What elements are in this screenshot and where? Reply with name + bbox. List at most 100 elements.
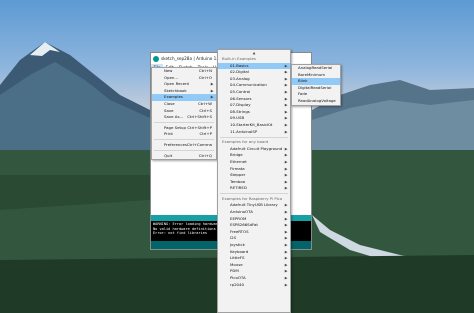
chevron-right-icon: ▶	[284, 103, 288, 108]
menu-item-i2s[interactable]: I2S ▶	[218, 235, 290, 242]
menu-item-label: Joystick	[230, 242, 245, 248]
menu-item-print[interactable]: Print Ctrl+P	[152, 131, 216, 138]
menu-item-label: Sketchbook	[164, 87, 187, 93]
menu-item-label: Save	[164, 107, 174, 113]
menu-item-label: Print	[164, 131, 173, 137]
menu-item-label: Examples	[164, 94, 183, 100]
menu-separator	[154, 150, 214, 152]
menu-item-label: I2S	[230, 235, 237, 241]
menu-item-joystick[interactable]: Joystick ▶	[218, 242, 290, 249]
menu-item-07-display[interactable]: 07.Display ▶	[218, 102, 290, 109]
menu-item-close[interactable]: Close Ctrl+W	[152, 101, 216, 108]
menu-item-firmata[interactable]: Firmata ▶	[218, 166, 290, 173]
menu-item-label: Mouse	[230, 261, 243, 267]
menu-item-keyboard[interactable]: Keyboard ▶	[218, 249, 290, 256]
menu-item-05-control[interactable]: 05.Control ▶	[218, 89, 290, 96]
menu-item-eeprom[interactable]: EEPROM ▶	[218, 216, 290, 223]
menu-item-arduinoota[interactable]: ArduinoOTA ▶	[218, 209, 290, 216]
menu-item-open-recent[interactable]: Open Recent ▶	[152, 81, 216, 88]
menu-item-label: Page Setup	[164, 124, 186, 130]
menu-item-analogreadserial[interactable]: AnalogReadSerial	[292, 65, 340, 72]
menu-item-label: New	[164, 68, 173, 73]
menu-item-06-sensors[interactable]: 06.Sensors ▶	[218, 96, 290, 103]
menu-item-quit[interactable]: Quit Ctrl+Q	[152, 153, 216, 160]
menu-item-digitalreadserial[interactable]: DigitalReadSerial	[292, 85, 340, 92]
shortcut-label: Ctrl+Comma	[186, 141, 212, 147]
menu-item-save-as[interactable]: Save As... Ctrl+Shift+S	[152, 114, 216, 121]
menu-item-label: Open Recent	[164, 81, 190, 87]
menu-item-examples[interactable]: Examples ▶	[152, 94, 216, 101]
menu-item-label: Quit	[164, 152, 173, 158]
chevron-right-icon: ▶	[284, 282, 288, 287]
menu-item-02-digital[interactable]: 02.Digital ▶	[218, 69, 290, 76]
menu-item-08-strings[interactable]: 08.Strings ▶	[218, 109, 290, 116]
menu-item-new[interactable]: New Ctrl+N	[152, 68, 216, 75]
examples-submenu: ▲ Built-in Examples 01.Basics ▶ 02.Digita…	[217, 49, 291, 313]
menu-item-fade[interactable]: Fade	[292, 91, 340, 98]
menu-item-page-setup[interactable]: Page Setup Ctrl+Shift+P	[152, 125, 216, 132]
menu-item-03-analog[interactable]: 03.Analog ▶	[218, 76, 290, 83]
menu-item-adafruit-tinyusb[interactable]: Adafruit TinyUSB Library ▶	[218, 202, 290, 209]
chevron-right-icon: ▶	[284, 262, 288, 267]
menu-item-label: FreeRTOS	[230, 228, 249, 234]
chevron-right-icon: ▶	[284, 269, 288, 274]
menu-item-open[interactable]: Open... Ctrl+O	[152, 75, 216, 82]
menu-item-label: ESP8266SdFat	[230, 222, 258, 228]
menu-item-esp8266sdfat[interactable]: ESP8266SdFat ▶	[218, 222, 290, 229]
menu-item-temboo[interactable]: Temboo ▶	[218, 179, 290, 186]
menu-item-label: 06.Sensors	[230, 95, 252, 101]
menu-item-label: 05.Control	[230, 88, 251, 94]
menu-item-littlefs[interactable]: LittleFS ▶	[218, 255, 290, 262]
menu-item-label: RETIRED	[230, 185, 247, 191]
menu-item-01-basics[interactable]: 01.Basics ▶	[218, 62, 290, 70]
menu-item-stepper[interactable]: Stepper ▶	[218, 172, 290, 179]
menu-item-10-starterkit[interactable]: 10.StarterKit_BasicKit ▶	[218, 122, 290, 129]
menu-item-save[interactable]: Save Ctrl+S	[152, 108, 216, 115]
menu-item-label: 09.USB	[230, 115, 245, 121]
menu-item-label: 07.Display	[230, 102, 251, 108]
chevron-right-icon: ▶	[284, 122, 288, 127]
menu-item-label: Bridge	[230, 152, 243, 158]
menu-item-bareminimum[interactable]: BareMinimum	[292, 72, 340, 79]
chevron-right-icon: ▶	[210, 95, 214, 100]
chevron-right-icon: ▶	[284, 153, 288, 158]
menu-item-label: Firmata	[230, 165, 245, 171]
menu-item-blink[interactable]: Blink	[292, 78, 340, 85]
menu-item-preferences[interactable]: Preferences Ctrl+Comma	[152, 142, 216, 149]
menu-item-ethernet[interactable]: Ethernet ▶	[218, 159, 290, 166]
menu-item-rp2040[interactable]: rp2040 ▶	[218, 282, 290, 289]
menu-item-label: Open...	[164, 74, 179, 80]
menu-item-11-arduinoisp[interactable]: 11.ArduinoISP ▶	[218, 129, 290, 136]
chevron-right-icon: ▶	[284, 83, 288, 88]
menu-item-readanalogvoltage[interactable]: ReadAnalogVoltage	[292, 98, 340, 105]
menu-item-label: Adafruit Circuit Playground	[230, 145, 283, 151]
menu-item-picoota[interactable]: PicoOTA ▶	[218, 275, 290, 282]
menu-item-09-usb[interactable]: 09.USB ▶	[218, 115, 290, 122]
shortcut-label: Ctrl+S	[199, 107, 212, 113]
menu-item-retired[interactable]: RETIRED ▶	[218, 185, 290, 192]
menu-item-label: Stepper	[230, 172, 246, 178]
menu-item-04-communication[interactable]: 04.Communication ▶	[218, 82, 290, 89]
menu-separator	[220, 193, 288, 195]
menu-item-adafruit-circuit-playground[interactable]: Adafruit Circuit Playground ▶	[218, 146, 290, 153]
menu-item-label: Fade	[298, 91, 308, 97]
menu-item-label: 10.StarterKit_BasicKit	[230, 121, 273, 127]
menu-item-mouse[interactable]: Mouse ▶	[218, 262, 290, 269]
menu-item-label: ReadAnalogVoltage	[298, 97, 336, 103]
chevron-right-icon: ▶	[284, 159, 288, 164]
section-header-any-board: Examples for any board	[222, 139, 269, 145]
shortcut-label: Ctrl+Shift+S	[187, 114, 212, 120]
menu-item-bridge[interactable]: Bridge ▶	[218, 152, 290, 159]
chevron-right-icon: ▶	[284, 229, 288, 234]
menu-separator	[154, 139, 214, 141]
chevron-right-icon: ▶	[284, 203, 288, 208]
menu-item-label: Adafruit TinyUSB Library	[230, 202, 278, 208]
menu-item-pdm[interactable]: PDM ▶	[218, 268, 290, 275]
menu-item-freertos[interactable]: FreeRTOS ▶	[218, 229, 290, 236]
chevron-right-icon: ▶	[284, 116, 288, 121]
menu-item-label: 01.Basics	[230, 62, 249, 68]
menu-item-label: Keyboard	[230, 248, 249, 254]
section-header-builtin: Built-in Examples	[222, 56, 256, 61]
chevron-right-icon: ▶	[284, 166, 288, 171]
menu-item-sketchbook[interactable]: Sketchbook ▶	[152, 88, 216, 95]
